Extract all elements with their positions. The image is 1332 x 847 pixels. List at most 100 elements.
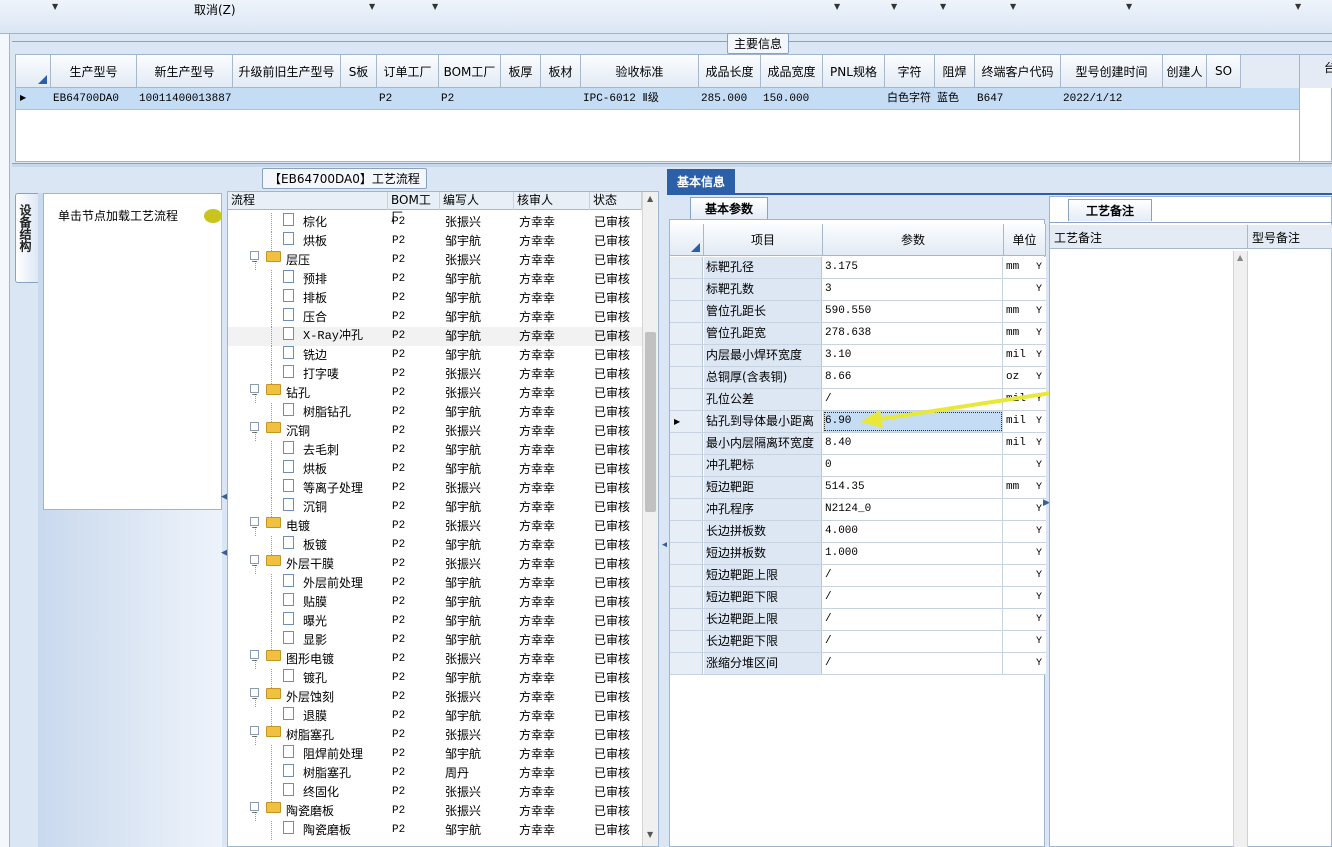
grid-splitter[interactable]	[1299, 55, 1300, 161]
list-item[interactable]: 终固化 P2 张振兴 方幸幸 已审核	[228, 783, 642, 802]
list-item[interactable]: 烘板 P2 邹宇航 方幸幸 已审核	[228, 460, 642, 479]
table-row[interactable]: 短边靶距 514.35 mm Y	[670, 477, 1046, 499]
column-header[interactable]: 成品宽度	[761, 55, 823, 88]
table-row[interactable]: 长边拼板数 4.000 Y	[670, 521, 1046, 543]
table-row[interactable]: 最小内层隔离环宽度 8.40 mil Y	[670, 433, 1046, 455]
list-item[interactable]: 外层前处理 P2 邹宇航 方幸幸 已审核	[228, 574, 642, 593]
list-item[interactable]: 贴膜 P2 邹宇航 方幸幸 已审核	[228, 593, 642, 612]
table-row[interactable]: 短边靶距下限 / Y	[670, 587, 1046, 609]
table-row[interactable]: 标靶孔数 3 Y	[670, 279, 1046, 301]
column-header[interactable]: BOM工厂	[439, 55, 501, 88]
table-row[interactable]: 标靶孔径 3.175 mm Y	[670, 257, 1046, 279]
list-item[interactable]: 沉铜 P2 邹宇航 方幸幸 已审核	[228, 498, 642, 517]
list-item[interactable]: − 沉铜 P2 张振兴 方幸幸 已审核	[228, 422, 642, 441]
column-header[interactable]: 参数	[823, 224, 1004, 256]
param-value[interactable]: /	[823, 631, 1003, 652]
list-item[interactable]: 去毛刺 P2 邹宇航 方幸幸 已审核	[228, 441, 642, 460]
param-value[interactable]: 278.638	[823, 323, 1003, 344]
list-item[interactable]: 压合 P2 邹宇航 方幸幸 已审核	[228, 308, 642, 327]
dropdown-arrow-icon[interactable]: ▼	[834, 2, 840, 11]
dropdown-arrow-icon[interactable]: ▼	[369, 2, 375, 11]
table-row[interactable]: 长边靶距上限 / Y	[670, 609, 1046, 631]
dropdown-arrow-icon[interactable]: ▼	[1126, 2, 1132, 11]
scroll-up-icon[interactable]: ▲	[647, 194, 653, 203]
list-item[interactable]: 板镀 P2 邹宇航 方幸幸 已审核	[228, 536, 642, 555]
column-header[interactable]: 生产型号	[51, 55, 137, 88]
table-row[interactable]: 内层最小焊环宽度 3.10 mil Y	[670, 345, 1046, 367]
param-value[interactable]: /	[823, 565, 1003, 586]
list-item[interactable]: 曝光 P2 邹宇航 方幸幸 已审核	[228, 612, 642, 631]
column-header[interactable]: 单位	[1004, 224, 1046, 256]
tab-device-structure[interactable]: 设备结构	[15, 193, 39, 283]
column-header[interactable]: 板材	[541, 55, 581, 88]
dropdown-arrow-icon[interactable]: ▼	[940, 2, 946, 11]
vertical-scrollbar[interactable]: ▲	[1233, 251, 1247, 847]
column-header[interactable]: 状态	[590, 192, 642, 210]
param-value[interactable]: 514.35	[823, 477, 1003, 498]
column-header[interactable]: 终端客户代码	[975, 55, 1061, 88]
param-value[interactable]: 3.175	[823, 257, 1003, 278]
column-header[interactable]: SO	[1207, 55, 1241, 88]
dropdown-arrow-icon[interactable]: ▼	[52, 2, 58, 11]
list-item[interactable]: 树脂钻孔 P2 邹宇航 方幸幸 已审核	[228, 403, 642, 422]
dropdown-arrow-icon[interactable]: ▼	[891, 2, 897, 11]
param-value[interactable]: 0	[823, 455, 1003, 476]
list-item[interactable]: X-Ray冲孔 P2 邹宇航 方幸幸 已审核	[228, 327, 642, 346]
table-row[interactable]: 涨缩分堆区间 / Y	[670, 653, 1046, 675]
list-item[interactable]: 镀孔 P2 邹宇航 方幸幸 已审核	[228, 669, 642, 688]
list-item[interactable]: 退膜 P2 邹宇航 方幸幸 已审核	[228, 707, 642, 726]
column-header[interactable]: 验收标准	[581, 55, 699, 88]
param-value[interactable]: /	[823, 609, 1003, 630]
column-header[interactable]: 编写人	[440, 192, 514, 210]
table-row[interactable]: 短边靶距上限 / Y	[670, 565, 1046, 587]
table-row[interactable]: 冲孔程序 N2124_0 Y	[670, 499, 1046, 521]
list-item[interactable]: − 外层蚀刻 P2 张振兴 方幸幸 已审核	[228, 688, 642, 707]
list-item[interactable]: − 图形电镀 P2 张振兴 方幸幸 已审核	[228, 650, 642, 669]
param-value[interactable]: /	[823, 587, 1003, 608]
param-value[interactable]: N2124_0	[823, 499, 1003, 520]
list-item[interactable]: 陶瓷磨板 P2 邹宇航 方幸幸 已审核	[228, 821, 642, 840]
list-item[interactable]: 铣边 P2 邹宇航 方幸幸 已审核	[228, 346, 642, 365]
list-item[interactable]: − 电镀 P2 张振兴 方幸幸 已审核	[228, 517, 642, 536]
list-item[interactable]: 打字唛 P2 张振兴 方幸幸 已审核	[228, 365, 642, 384]
column-header[interactable]: 型号创建时间	[1061, 55, 1163, 88]
column-header[interactable]: 订单工厂	[377, 55, 439, 88]
column-header[interactable]: 升级前旧生产型号	[233, 55, 341, 88]
param-value[interactable]: 590.550	[823, 301, 1003, 322]
table-row[interactable]: 冲孔靶标 0 Y	[670, 455, 1046, 477]
dropdown-arrow-icon[interactable]: ▼	[1010, 2, 1016, 11]
column-header[interactable]: S板	[341, 55, 377, 88]
list-item[interactable]: 排板 P2 邹宇航 方幸幸 已审核	[228, 289, 642, 308]
list-item[interactable]: 阻焊前处理 P2 邹宇航 方幸幸 已审核	[228, 745, 642, 764]
table-row[interactable]: 管位孔距长 590.550 mm Y	[670, 301, 1046, 323]
column-header[interactable]: BOM工厂	[388, 192, 440, 224]
list-item[interactable]: 烘板 P2 邹宇航 方幸幸 已审核	[228, 232, 642, 251]
tab-basic-params[interactable]: 基本参数	[690, 197, 768, 219]
dropdown-arrow-icon[interactable]: ▼	[432, 2, 438, 11]
list-item[interactable]: 预排 P2 邹宇航 方幸幸 已审核	[228, 270, 642, 289]
param-value[interactable]: 1.000	[823, 543, 1003, 564]
column-header[interactable]: PNL规格	[823, 55, 885, 88]
column-header[interactable]: 创建人	[1163, 55, 1207, 88]
list-item[interactable]: 树脂塞孔 P2 周丹 方幸幸 已审核	[228, 764, 642, 783]
column-header[interactable]: 板厚	[501, 55, 541, 88]
param-value[interactable]: 4.000	[823, 521, 1003, 542]
table-row[interactable]: 长边靶距下限 / Y	[670, 631, 1046, 653]
column-header[interactable]: 字符	[885, 55, 935, 88]
list-item[interactable]: 显影 P2 邹宇航 方幸幸 已审核	[228, 631, 642, 650]
column-header[interactable]: 项目	[704, 224, 823, 256]
column-header[interactable]: 流程	[228, 192, 388, 210]
param-value[interactable]: /	[823, 653, 1003, 674]
param-value[interactable]: 3.10	[823, 345, 1003, 366]
table-row[interactable]: 管位孔距宽 278.638 mm Y	[670, 323, 1046, 345]
dropdown-arrow-icon[interactable]: ▼	[1295, 2, 1301, 11]
list-item[interactable]: − 外层干膜 P2 张振兴 方幸幸 已审核	[228, 555, 642, 574]
table-row[interactable]: ▶ EB64700DA0 10011400013887 P2 P2 IPC-6012 Ⅱ…	[16, 88, 1299, 110]
column-header[interactable]: 核审人	[514, 192, 590, 210]
list-item[interactable]: 棕化 P2 张振兴 方幸幸 已审核	[228, 213, 642, 232]
column-header[interactable]: 新生产型号	[137, 55, 233, 88]
tab-process-notes[interactable]: 工艺备注	[1068, 199, 1152, 221]
list-item[interactable]: − 树脂塞孔 P2 张振兴 方幸幸 已审核	[228, 726, 642, 745]
list-item[interactable]: 等离子处理 P2 张振兴 方幸幸 已审核	[228, 479, 642, 498]
table-row[interactable]: 短边拼板数 1.000 Y	[670, 543, 1046, 565]
